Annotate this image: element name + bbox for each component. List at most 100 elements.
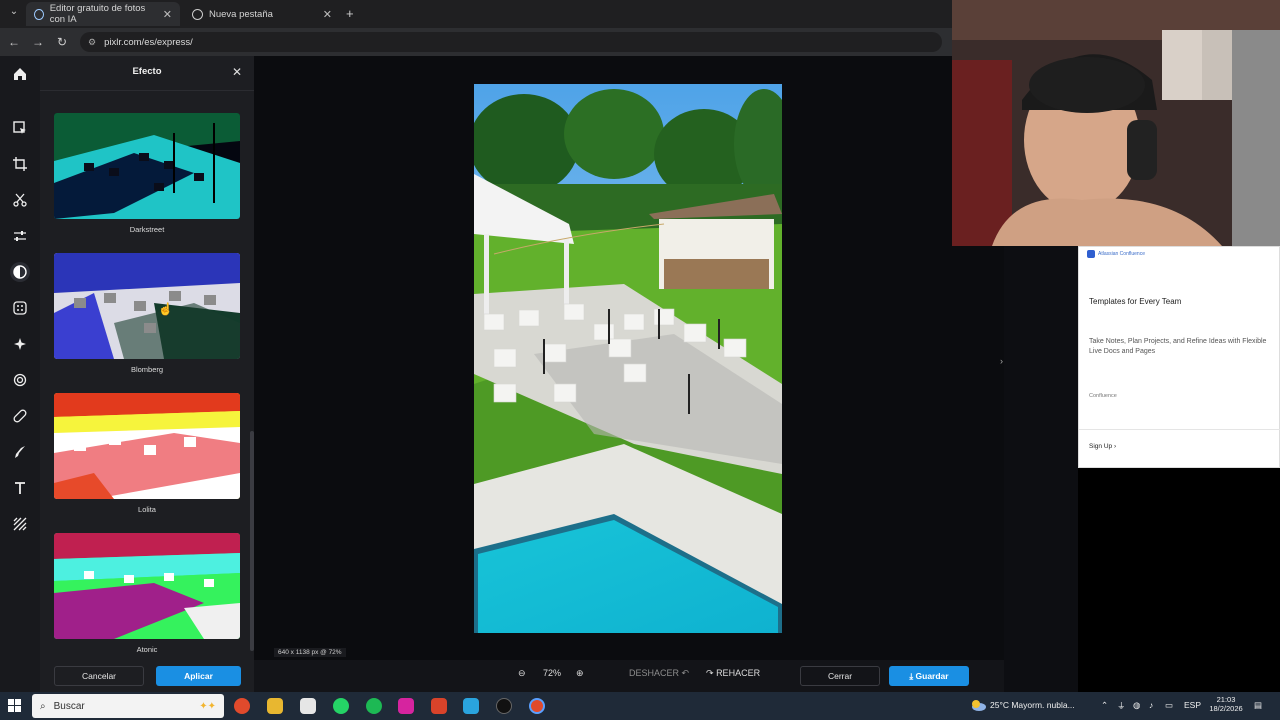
cutout-scissors-icon[interactable] — [10, 190, 30, 210]
crop-icon[interactable] — [10, 154, 30, 174]
cancel-button[interactable]: Cancelar — [54, 666, 144, 686]
image-dimensions: 640 x 1138 px @ 72% — [274, 648, 346, 657]
zoom-in-icon[interactable]: ⊕ — [576, 668, 584, 679]
back-icon[interactable]: ← — [6, 34, 22, 50]
close-tab-icon[interactable]: ✕ — [323, 8, 332, 21]
windows-taskbar: ⌕ Buscar ✦✦ 25°C Mayorm. nubla... ⌃ ⏚ ◍ … — [0, 692, 1280, 720]
mouse-cursor-icon: ☝ — [158, 302, 173, 316]
capcut-icon[interactable] — [300, 698, 316, 714]
webcam-overlay — [952, 0, 1280, 246]
pixlr-favicon-icon — [34, 8, 44, 20]
ai-sparkle-icon[interactable] — [10, 334, 30, 354]
apply-button[interactable]: Aplicar — [156, 666, 241, 686]
home-icon[interactable] — [10, 64, 30, 84]
tray-network-icon[interactable]: ◍ — [1133, 700, 1140, 711]
steam-icon[interactable] — [496, 698, 512, 714]
save-button[interactable]: ⤓ Guardar — [889, 666, 969, 686]
effect-label: Atonic — [136, 645, 158, 654]
redo-icon: ↷ — [706, 668, 714, 678]
divider — [40, 90, 254, 91]
search-placeholder: Buscar — [53, 700, 85, 712]
divider — [1079, 429, 1280, 430]
clock-date: 18/2/2026 — [1209, 704, 1243, 713]
effect-label: Darkstreet — [129, 225, 165, 234]
close-tab-icon[interactable]: ✕ — [163, 8, 172, 21]
effect-icon[interactable] — [10, 262, 30, 282]
url-text: pixlr.com/es/express/ — [104, 36, 193, 48]
chrome-active-icon[interactable] — [529, 698, 545, 714]
browser-toolbar: ← → ↻ ⚙ pixlr.com/es/express/ — [0, 28, 952, 56]
adjust-sliders-icon[interactable] — [10, 226, 30, 246]
site-info-icon[interactable]: ⚙ — [88, 37, 96, 48]
chrome-icon[interactable] — [234, 698, 250, 714]
ad-signup-label: Sign Up — [1089, 443, 1113, 450]
download-icon: ⤓ — [909, 671, 914, 681]
ad-body: Take Notes, Plan Projects, and Refine Id… — [1089, 338, 1267, 355]
bottom-toolbar: ⊖ 72% ⊕ DESHACER ↶ ↷ REHACER Cerrar ⤓ Gu… — [254, 660, 1004, 692]
undo-label: DESHACER — [629, 668, 680, 678]
draw-brush-icon[interactable] — [10, 442, 30, 462]
notifications-icon[interactable]: ▤ — [1254, 700, 1262, 711]
effect-thumb-lolita[interactable] — [54, 393, 240, 499]
effect-panel: Efecto ✕ Darkstreet Blomberg ☝ Lolita At… — [40, 56, 254, 692]
close-button[interactable]: Cerrar — [800, 666, 880, 686]
ad-logo: Atlassian Confluence — [1087, 250, 1145, 258]
clock-time: 21:03 — [1216, 695, 1236, 704]
liquify-swirl-icon[interactable] — [10, 370, 30, 390]
tray-chevron-up-icon[interactable]: ⌃ — [1101, 700, 1108, 711]
effect-thumb-darkstreet[interactable] — [54, 113, 240, 219]
tray-battery-icon[interactable]: ▭ — [1165, 700, 1173, 711]
ad-logo-text: Atlassian Confluence — [1098, 251, 1145, 257]
advertisement[interactable]: Atlassian Confluence Templates for Every… — [1078, 246, 1280, 468]
redo-button[interactable]: ↷ REHACER — [706, 668, 760, 679]
new-tab-icon[interactable]: + — [346, 6, 354, 21]
undo-icon: ↶ — [681, 668, 690, 678]
zoom-level: 72% — [543, 668, 562, 678]
effect-label: Lolita — [138, 505, 156, 514]
whatsapp-icon[interactable] — [333, 698, 349, 714]
save-label: Guardar — [915, 671, 949, 681]
game-launcher-icon[interactable] — [431, 698, 447, 714]
pattern-hatch-icon[interactable] — [10, 514, 30, 534]
windows-start-icon[interactable] — [8, 699, 22, 713]
zoom-out-icon[interactable]: ⊖ — [518, 668, 526, 679]
search-highlight-icon: ✦✦ — [199, 700, 216, 712]
retouch-bandage-icon[interactable] — [10, 406, 30, 426]
instagram-icon[interactable] — [398, 698, 414, 714]
panel-title: Efecto — [132, 66, 162, 77]
tray-usb-icon[interactable]: ⏚ — [1117, 700, 1126, 712]
confluence-logo-icon — [1087, 250, 1095, 258]
effect-thumb-atonic[interactable] — [54, 533, 240, 639]
search-icon: ⌕ — [40, 700, 46, 712]
arrange-icon[interactable] — [10, 118, 30, 138]
edited-photo[interactable] — [474, 84, 782, 633]
forward-icon[interactable]: → — [30, 34, 46, 50]
reload-icon[interactable]: ↻ — [54, 34, 70, 50]
undo-button[interactable]: DESHACER ↶ — [629, 668, 689, 679]
tab-pixlr[interactable]: Editor gratuito de fotos con IA ✕ — [26, 2, 180, 26]
globe-icon — [192, 8, 203, 20]
weather-text[interactable]: 25°C Mayorm. nubla... — [990, 700, 1075, 710]
text-icon[interactable] — [10, 478, 30, 498]
tool-sidebar — [0, 56, 40, 692]
browser-tab-bar: ⌄ Editor gratuito de fotos con IA ✕ Nuev… — [0, 0, 952, 28]
tab-title: Nueva pestaña — [209, 8, 273, 20]
effect-label: Blomberg — [130, 365, 164, 374]
chevron-right-icon[interactable]: › — [1000, 356, 1003, 366]
telegram-icon[interactable] — [463, 698, 479, 714]
redo-label: REHACER — [716, 668, 761, 678]
taskbar-search[interactable]: ⌕ Buscar ✦✦ — [32, 694, 224, 718]
language-indicator[interactable]: ESP — [1184, 700, 1201, 710]
clock[interactable]: 21:03 18/2/2026 — [1206, 695, 1246, 713]
filter-icon[interactable] — [10, 298, 30, 318]
file-explorer-icon[interactable] — [267, 698, 283, 714]
tab-list-icon[interactable]: ⌄ — [6, 6, 22, 22]
spotify-icon[interactable] — [366, 698, 382, 714]
ad-signup-link[interactable]: Sign Up › — [1089, 443, 1116, 450]
tray-volume-icon[interactable]: ♪ — [1149, 700, 1153, 710]
close-panel-icon[interactable]: ✕ — [232, 65, 242, 79]
address-bar[interactable]: ⚙ pixlr.com/es/express/ — [80, 32, 942, 52]
tab-new[interactable]: Nueva pestaña ✕ — [184, 2, 340, 26]
effect-thumb-blomberg[interactable] — [54, 253, 240, 359]
chevron-right-icon: › — [1113, 443, 1117, 450]
